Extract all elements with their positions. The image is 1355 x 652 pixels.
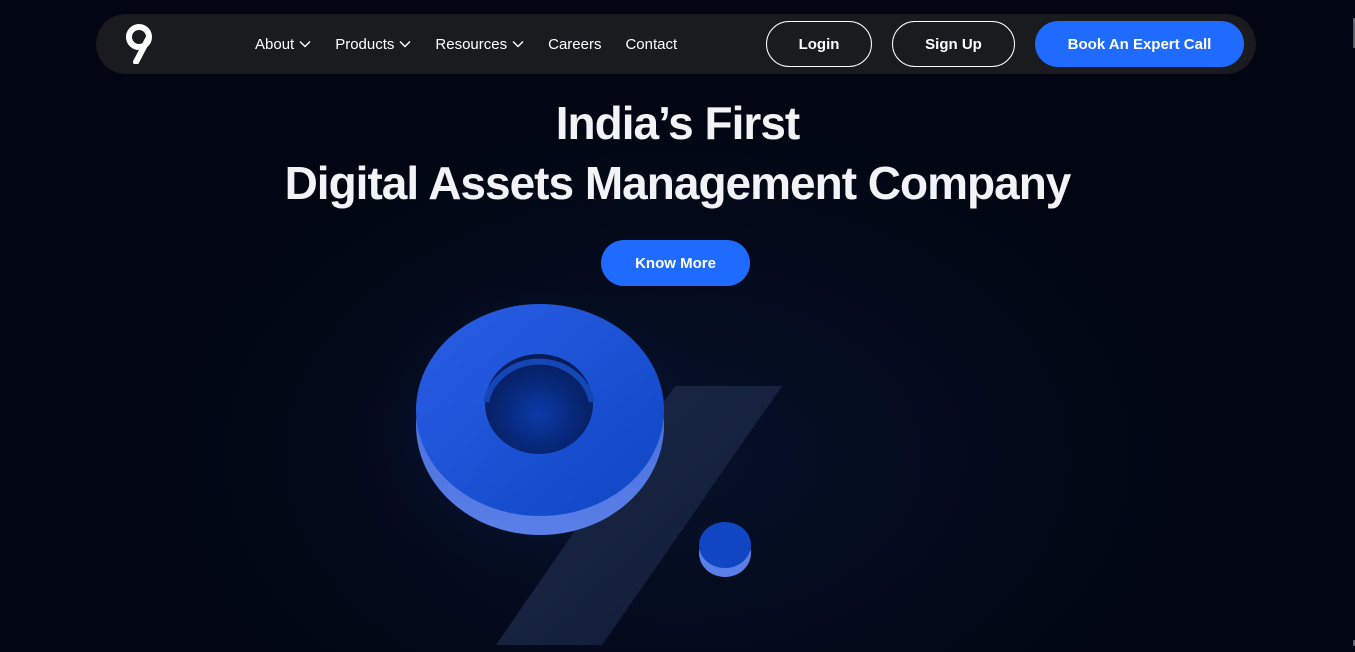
hero-illustration <box>340 260 820 652</box>
chevron-down-icon <box>299 41 311 48</box>
nav-item-label: Careers <box>548 35 602 53</box>
nav-item-about[interactable]: About <box>255 36 311 53</box>
signup-button[interactable]: Sign Up <box>892 21 1015 67</box>
ring-hole <box>485 354 593 454</box>
chevron-down-icon <box>512 41 524 48</box>
navbar: About Products Resources Careers Contact… <box>96 14 1256 74</box>
nav-item-label: Contact <box>625 35 678 53</box>
page: About Products Resources Careers Contact… <box>0 0 1355 652</box>
nav-item-label: Products <box>335 35 395 53</box>
nav-item-careers[interactable]: Careers <box>548 36 601 53</box>
login-button[interactable]: Login <box>766 21 872 67</box>
hero-title-line1: India’s First <box>555 97 800 149</box>
chevron-down-icon <box>399 41 411 48</box>
nav-menu: About Products Resources Careers Contact <box>255 14 701 74</box>
hero-title-line2: Digital Assets Management Company <box>284 157 1072 209</box>
logo[interactable] <box>124 24 156 65</box>
nav-item-resources[interactable]: Resources <box>435 36 524 53</box>
nav-item-products[interactable]: Products <box>335 36 411 53</box>
nav-item-label: Resources <box>435 35 508 53</box>
book-expert-call-button[interactable]: Book An Expert Call <box>1035 21 1244 67</box>
nine-percent-3d-icon <box>340 260 782 645</box>
know-more-button[interactable]: Know More <box>601 240 750 286</box>
logo-nine-icon <box>126 24 152 65</box>
nav-item-contact[interactable]: Contact <box>625 36 677 53</box>
nav-item-label: About <box>255 35 295 53</box>
dot-top <box>699 522 751 568</box>
